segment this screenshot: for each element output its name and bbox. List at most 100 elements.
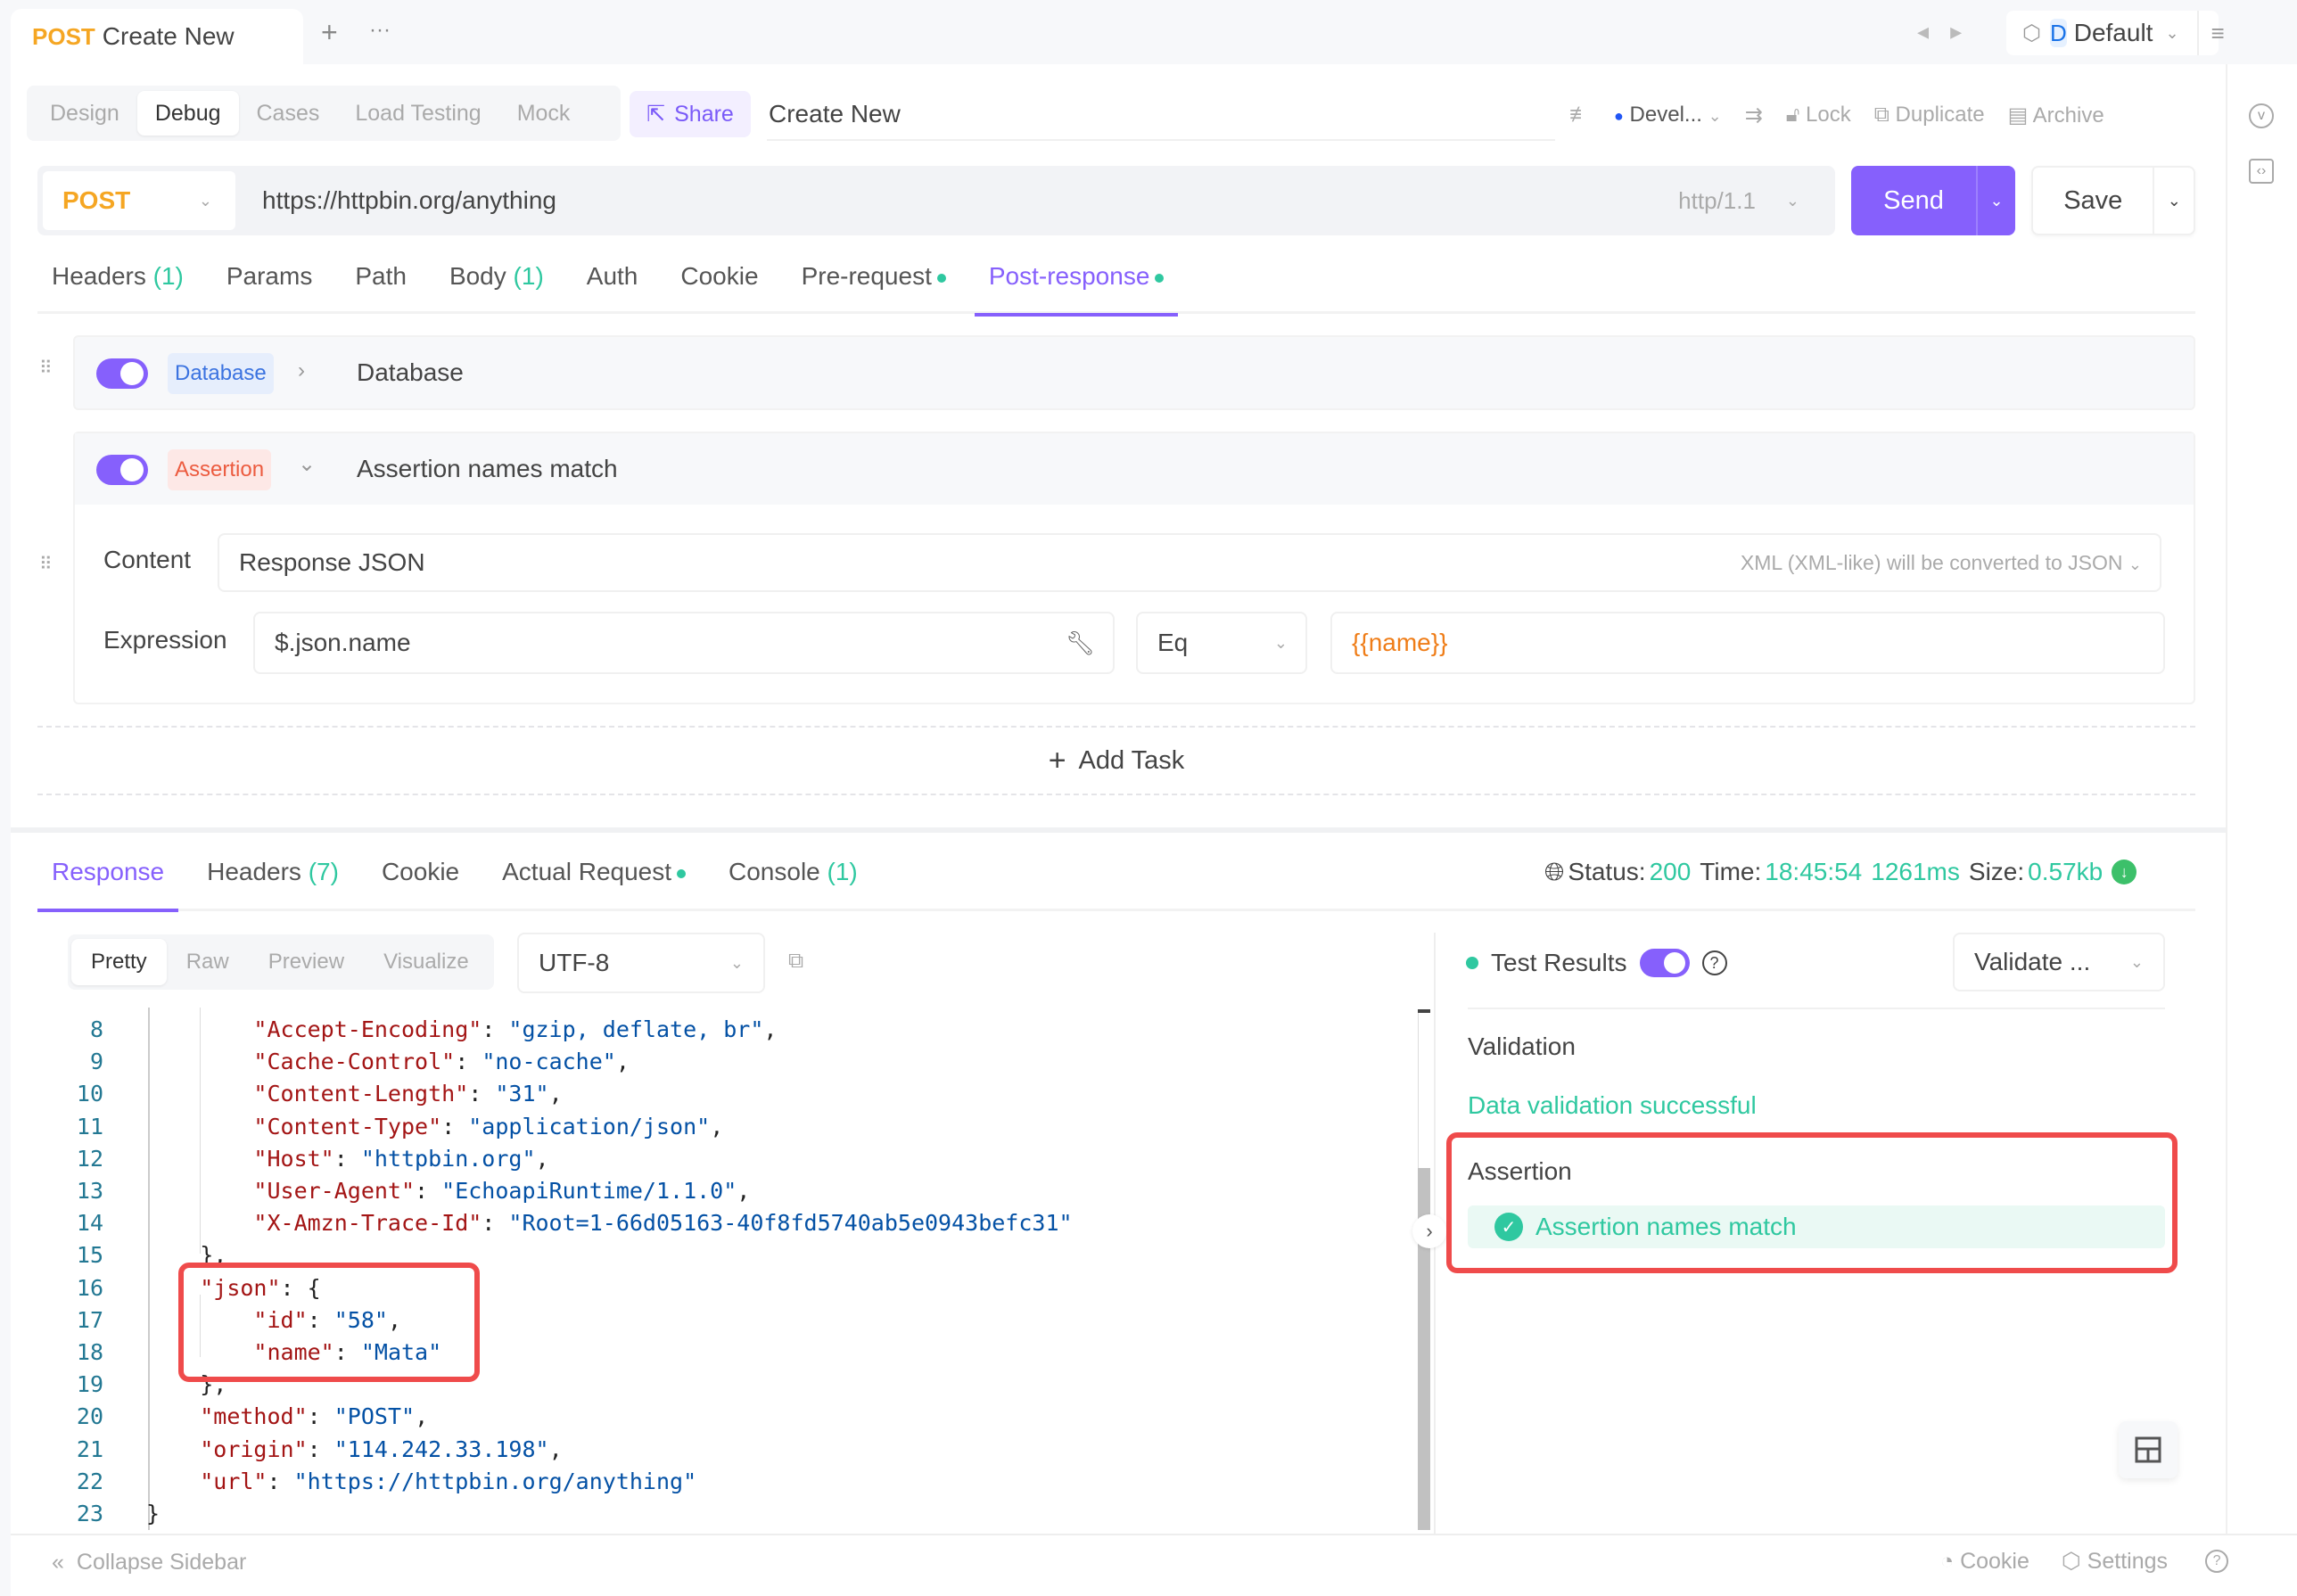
json-value: "httpbin.org" — [360, 1145, 536, 1172]
json-key: "Host" — [253, 1145, 334, 1172]
tab-actual-request[interactable]: Actual Request — [488, 849, 700, 909]
view-tab-visualize[interactable]: Visualize — [364, 939, 489, 985]
tab-headers[interactable]: Headers (1) — [37, 253, 198, 314]
cookie-button[interactable]: ◔ Cookie — [1940, 1549, 2029, 1575]
env-badge: D — [2049, 19, 2067, 47]
code-line: } — [146, 1501, 161, 1526]
divider — [1468, 1008, 2165, 1009]
settings-button[interactable]: ⬡ Settings — [2062, 1548, 2168, 1575]
tab-auth[interactable]: Auth — [572, 253, 653, 314]
expression-input[interactable]: $.json.name 🔧︎ — [253, 612, 1115, 674]
test-results-toggle[interactable] — [1639, 949, 1690, 977]
env-status[interactable]: ● Devel... ⌄ — [1614, 103, 1722, 128]
menu-icon[interactable]: ≡ — [2196, 11, 2225, 55]
tab-post-response[interactable]: Post-response — [974, 253, 1179, 317]
tab-response-cookie[interactable]: Cookie — [367, 849, 473, 909]
method-select[interactable]: POST ⌄ — [43, 171, 235, 230]
duplicate-button[interactable]: ⧉ Duplicate — [1874, 103, 1985, 128]
share-button[interactable]: ⇱ Share — [630, 91, 751, 137]
encoding-select[interactable]: UTF-8 ⌄ — [517, 933, 765, 993]
task-toggle[interactable] — [96, 455, 148, 485]
results-filter-select[interactable]: Validate ... ⌄ — [1953, 933, 2165, 991]
mode-tab-debug[interactable]: Debug — [136, 91, 239, 136]
environment-selector[interactable]: ⬡ D Default ⌄ ≡ — [2006, 11, 2225, 55]
view-tab-pretty[interactable]: Pretty — [71, 939, 167, 985]
json-key: "origin" — [200, 1436, 308, 1462]
format-icon[interactable]: ≢ — [1569, 103, 1591, 128]
url-input[interactable]: https://httpbin.org/anything — [262, 166, 556, 235]
doc-name-input[interactable]: Create New — [767, 89, 1555, 141]
view-tab-raw[interactable]: Raw — [167, 939, 249, 985]
highlight-box-assertion — [1446, 1132, 2178, 1273]
tab-response[interactable]: Response — [37, 849, 179, 912]
request-tabs: Headers (1) Params Path Body (1) Auth Co… — [37, 253, 2195, 317]
panel-divider[interactable] — [11, 827, 2226, 833]
chevron-down-icon: ⌄ — [1273, 633, 1288, 652]
mode-tabs: Design Debug Cases Load Testing Mock — [27, 86, 621, 141]
chevron-down-icon[interactable]: ⌄ — [298, 451, 316, 477]
help-icon[interactable]: ? — [1701, 950, 1727, 975]
tab-method: POST — [32, 22, 95, 50]
tab-body[interactable]: Body (1) — [435, 253, 558, 314]
mode-tab-cases[interactable]: Cases — [239, 91, 338, 136]
chevron-down-icon: ⌄ — [2165, 23, 2179, 42]
collapse-sidebar-button[interactable]: « Collapse Sidebar — [52, 1550, 246, 1575]
add-task-button[interactable]: + Add Task — [37, 726, 2195, 795]
cookie-icon: ◔ — [1940, 1548, 1955, 1574]
send-options-icon[interactable]: ⌄ — [1976, 166, 2015, 235]
line-number: 13 — [76, 1178, 103, 1204]
task-name: Database — [357, 358, 464, 386]
lock-button[interactable]: 🔓︎ Lock — [1786, 103, 1851, 128]
tab-path[interactable]: Path — [341, 253, 421, 314]
view-tab-preview[interactable]: Preview — [249, 939, 364, 985]
wrench-icon[interactable]: 🔧︎ — [1066, 629, 1095, 657]
line-number: 23 — [76, 1501, 103, 1526]
drag-handle-icon[interactable]: ⠿ — [39, 555, 57, 573]
layout-toggle-button[interactable] — [2119, 1421, 2178, 1478]
prev-tab-icon[interactable]: ◂ — [1917, 18, 1950, 45]
mode-tab-load-testing[interactable]: Load Testing — [337, 91, 498, 136]
chevron-right-icon[interactable]: › — [298, 358, 305, 383]
tab-pre-request[interactable]: Pre-request — [787, 253, 960, 314]
next-tab-icon[interactable]: ▸ — [1950, 18, 1983, 45]
line-number: 17 — [76, 1306, 103, 1333]
line-number: 8 — [89, 1016, 103, 1042]
send-button[interactable]: Send — [1851, 186, 1976, 216]
mode-tab-mock[interactable]: Mock — [499, 91, 589, 136]
tab-cookie[interactable]: Cookie — [666, 253, 772, 314]
line-number: 11 — [76, 1113, 103, 1139]
save-button[interactable]: Save — [2033, 186, 2153, 216]
mode-tab-design[interactable]: Design — [32, 91, 137, 136]
code-icon[interactable]: ‹› — [2249, 159, 2274, 184]
content-label: Content — [103, 546, 192, 573]
archive-button[interactable]: ▤ Archive — [2008, 103, 2104, 128]
drag-handle-icon[interactable]: ⠿ — [39, 359, 57, 377]
chevron-right-icon[interactable]: › — [1412, 1214, 1446, 1248]
help-icon[interactable]: ? — [2205, 1550, 2229, 1573]
tab-response-headers[interactable]: Headers (7) — [193, 849, 353, 909]
tab-console[interactable]: Console (1) — [714, 849, 872, 909]
task-database: Database › Database — [73, 335, 2195, 410]
add-tab-icon[interactable]: + — [321, 16, 338, 49]
json-key: "Content-Length" — [253, 1081, 469, 1107]
expected-value-input[interactable]: {{name}} — [1330, 612, 2165, 674]
code-line: "method": "POST", — [200, 1403, 429, 1430]
share-icon: ⇱ — [646, 102, 666, 127]
operator-select[interactable]: Eq ⌄ — [1136, 612, 1307, 674]
archive-icon: ▤ — [2007, 103, 2029, 128]
task-name: Assertion names match — [357, 455, 618, 482]
doc-actions: ≢ ● Devel... ⌄ ⇉ 🔓︎ Lock ⧉ Duplicate ▤ A… — [1569, 89, 2104, 141]
variables-icon[interactable]: v — [2249, 103, 2274, 128]
json-value: "Root=1-66d05163-40f8fd5740ab5e0943befc3… — [508, 1210, 1073, 1237]
request-tab-create-new[interactable]: POST Create New — [11, 9, 303, 64]
copy-icon[interactable]: ⧉ — [788, 949, 813, 975]
indent-icon[interactable]: ⇉ — [1745, 103, 1763, 128]
save-options-icon[interactable]: ⌄ — [2153, 168, 2194, 234]
content-select[interactable]: Response JSON XML (XML-like) will be con… — [218, 533, 2161, 592]
tab-params[interactable]: Params — [212, 253, 326, 314]
env-settings-icon[interactable]: ⬡ — [2022, 21, 2041, 46]
download-icon[interactable]: ↓ — [2112, 860, 2137, 884]
more-tabs-icon[interactable]: ··· — [369, 18, 391, 43]
protocol-select[interactable]: http/1.1 ⌄ — [1678, 166, 1799, 235]
task-toggle[interactable] — [96, 358, 148, 389]
